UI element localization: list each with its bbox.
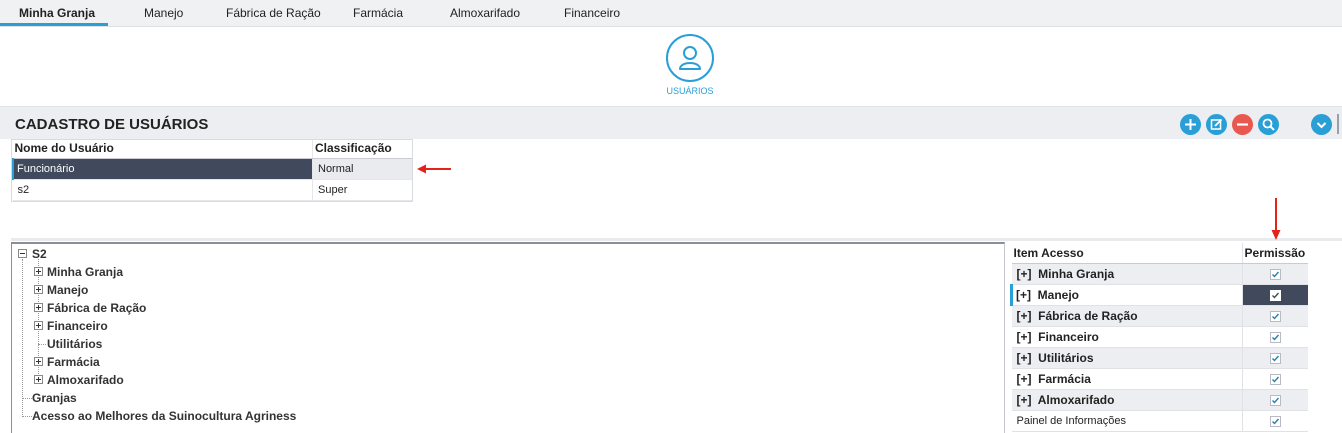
check-icon [1269,310,1281,322]
tab-fabrica-de-racao[interactable]: Fábrica de Ração [226,0,321,27]
tree-connector [22,416,32,417]
expand-icon[interactable] [34,303,43,312]
tree-item[interactable]: Almoxarifado [47,371,124,389]
tab-financeiro[interactable]: Financeiro [564,0,620,27]
table-row[interactable]: [+] Manejo [1010,284,1308,306]
check-icon [1269,289,1281,301]
usuarios-module-button[interactable] [666,34,714,82]
edit-button[interactable] [1206,114,1227,135]
left-arrow-annotation-icon [417,164,451,174]
collapse-icon[interactable] [18,249,27,258]
column-header-nome[interactable]: Nome do Usuário [12,139,313,159]
users-table: Nome do Usuário Classificação Funcionári… [11,139,413,201]
module-header: USUÁRIOS [0,27,1342,106]
top-nav: Minha Granja Manejo Fábrica de Ração Far… [0,0,1342,27]
section-divider [11,238,1342,241]
tree-item[interactable]: Minha Granja [47,263,123,281]
usuarios-label: USUÁRIOS [666,86,714,96]
collapse-button[interactable] [1311,114,1332,135]
tree-item[interactable]: Granjas [32,389,77,407]
permission-item[interactable]: [+] Farmácia [1011,368,1243,390]
table-row[interactable]: [+] Utilitários [1011,347,1308,369]
table-row[interactable]: [+] Farmácia [1011,368,1308,390]
plus-icon [1185,119,1196,130]
table-row[interactable]: [+] Almoxarifado [1011,389,1308,411]
minus-icon [1237,123,1248,126]
check-icon [1269,394,1281,406]
toolbar-divider [1337,114,1339,134]
permission-checkbox[interactable] [1242,347,1308,369]
permission-item[interactable]: [+] Financeiro [1011,326,1243,348]
check-icon [1269,373,1281,385]
tab-almoxarifado[interactable]: Almoxarifado [450,0,520,27]
access-tree: S2 Minha Granja Manejo Fábrica de Ração … [11,242,1005,433]
tree-item[interactable]: Manejo [47,281,88,299]
permission-checkbox[interactable] [1242,263,1308,285]
permission-item[interactable]: [+] Fábrica de Ração [1011,305,1243,327]
down-arrow-annotation-icon [1271,198,1281,240]
delete-button[interactable] [1232,114,1253,135]
permission-checkbox[interactable] [1242,410,1308,432]
permission-checkbox[interactable] [1242,326,1308,348]
tab-manejo[interactable]: Manejo [144,0,183,27]
tree-item[interactable]: Utilitários [47,335,102,353]
check-icon [1269,415,1281,427]
permission-item[interactable]: [+] Almoxarifado [1011,389,1243,411]
column-header-classificacao[interactable]: Classificação [312,139,413,159]
table-row[interactable]: Painel de Informações [1011,410,1308,432]
search-icon [1262,118,1275,131]
expand-icon[interactable] [34,375,43,384]
user-class-cell[interactable]: Normal [312,158,413,180]
table-row[interactable]: s2 Super [12,179,413,201]
check-icon [1269,331,1281,343]
tree-root-s2[interactable]: S2 [32,245,47,263]
tree-connector [38,344,46,345]
tree-item[interactable]: Acesso ao Melhores da Suinocultura Agrin… [32,407,296,425]
permission-item[interactable]: [+] Manejo [1010,284,1243,306]
table-row[interactable]: [+] Minha Granja [1011,263,1308,285]
permission-checkbox[interactable] [1242,284,1308,306]
edit-icon [1210,118,1223,130]
panel-header: CADASTRO DE USUÁRIOS [0,106,1342,139]
tree-item[interactable]: Financeiro [47,317,108,335]
permissions-table: Item Acesso Permissão [+] Minha Granja [… [1010,243,1308,432]
permission-checkbox[interactable] [1242,389,1308,411]
user-icon [679,46,701,70]
table-row[interactable]: [+] Financeiro [1011,326,1308,348]
column-header-item-acesso[interactable]: Item Acesso [1011,243,1243,264]
user-name-cell[interactable]: s2 [12,179,313,201]
tree-item[interactable]: Farmácia [47,353,100,371]
search-button[interactable] [1258,114,1279,135]
expand-icon[interactable] [34,285,43,294]
expand-icon[interactable] [34,267,43,276]
check-icon [1269,352,1281,364]
table-row[interactable]: [+] Fábrica de Ração [1011,305,1308,327]
tree-item[interactable]: Fábrica de Ração [47,299,146,317]
expand-icon[interactable] [34,357,43,366]
active-tab-indicator [0,23,108,26]
permission-item[interactable]: [+] Minha Granja [1011,263,1243,285]
permission-item[interactable]: Painel de Informações [1011,410,1243,432]
chevron-down-icon [1316,122,1327,129]
tree-connector [22,398,32,399]
user-name-cell[interactable]: Funcionário [11,158,313,180]
table-row[interactable]: Funcionário Normal [11,158,413,180]
permission-item[interactable]: [+] Utilitários [1011,347,1243,369]
permission-checkbox[interactable] [1242,305,1308,327]
tree-connector [22,259,23,415]
expand-icon[interactable] [34,321,43,330]
page-title: CADASTRO DE USUÁRIOS [15,116,209,133]
check-icon [1269,268,1281,280]
column-header-permissao[interactable]: Permissão [1242,243,1308,264]
add-button[interactable] [1180,114,1201,135]
tab-farmacia[interactable]: Farmácia [353,0,403,27]
permission-checkbox[interactable] [1242,368,1308,390]
user-class-cell[interactable]: Super [312,179,413,201]
